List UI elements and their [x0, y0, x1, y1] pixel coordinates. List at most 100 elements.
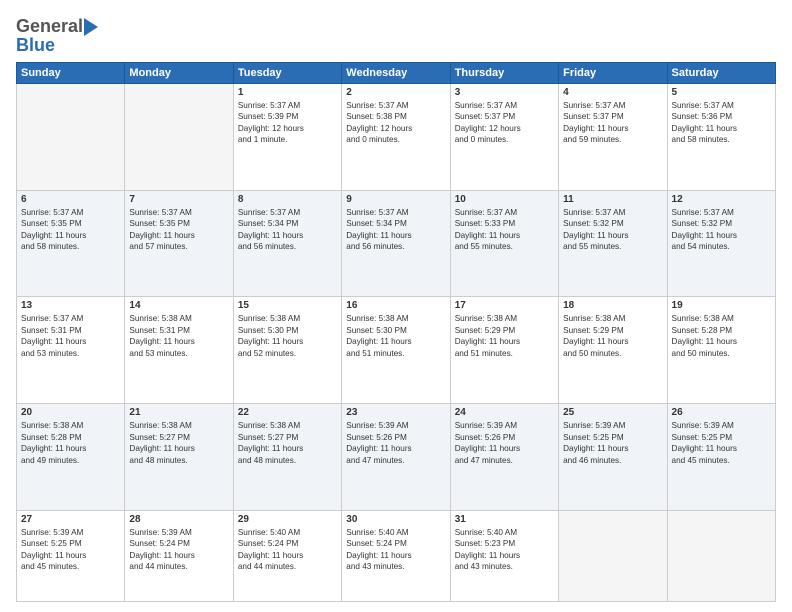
day-number: 23: [346, 407, 445, 418]
day-number: 22: [238, 407, 337, 418]
day-cell: 3 Sunrise: 5:37 AMSunset: 5:37 PMDaylight…: [450, 84, 558, 191]
day-info: Sunrise: 5:37 AMSunset: 5:37 PMDaylight:…: [563, 100, 662, 146]
day-cell: 16 Sunrise: 5:38 AMSunset: 5:30 PMDayligh…: [342, 297, 450, 404]
day-number: 10: [455, 194, 554, 205]
day-number: 24: [455, 407, 554, 418]
day-cell: 5 Sunrise: 5:37 AMSunset: 5:36 PMDaylight…: [667, 84, 775, 191]
col-header-monday: Monday: [125, 63, 233, 84]
day-info: Sunrise: 5:38 AMSunset: 5:29 PMDaylight:…: [455, 313, 554, 359]
day-cell: [125, 84, 233, 191]
col-header-friday: Friday: [559, 63, 667, 84]
day-info: Sunrise: 5:38 AMSunset: 5:30 PMDaylight:…: [238, 313, 337, 359]
day-info: Sunrise: 5:37 AMSunset: 5:38 PMDaylight:…: [346, 100, 445, 146]
day-info: Sunrise: 5:39 AMSunset: 5:24 PMDaylight:…: [129, 527, 228, 573]
day-number: 17: [455, 300, 554, 311]
day-number: 7: [129, 194, 228, 205]
day-number: 3: [455, 87, 554, 98]
col-header-wednesday: Wednesday: [342, 63, 450, 84]
day-cell: 4 Sunrise: 5:37 AMSunset: 5:37 PMDaylight…: [559, 84, 667, 191]
day-cell: 25Sunrise: 5:39 AMSunset: 5:25 PMDayligh…: [559, 404, 667, 511]
day-cell: 14Sunrise: 5:38 AMSunset: 5:31 PMDayligh…: [125, 297, 233, 404]
day-info: Sunrise: 5:39 AMSunset: 5:26 PMDaylight:…: [455, 420, 554, 466]
day-number: 18: [563, 300, 662, 311]
day-number: 29: [238, 514, 337, 525]
header-row: SundayMondayTuesdayWednesdayThursdayFrid…: [17, 63, 776, 84]
day-cell: 21Sunrise: 5:38 AMSunset: 5:27 PMDayligh…: [125, 404, 233, 511]
day-cell: 17 Sunrise: 5:38 AMSunset: 5:29 PMDayligh…: [450, 297, 558, 404]
day-cell: 19Sunrise: 5:38 AMSunset: 5:28 PMDayligh…: [667, 297, 775, 404]
day-cell: 6 Sunrise: 5:37 AMSunset: 5:35 PMDaylight…: [17, 190, 125, 297]
day-number: 6: [21, 194, 120, 205]
day-info: Sunrise: 5:37 AMSunset: 5:31 PMDaylight:…: [21, 313, 120, 359]
day-cell: 28 Sunrise: 5:39 AMSunset: 5:24 PMDayligh…: [125, 510, 233, 601]
day-number: 13: [21, 300, 120, 311]
day-cell: 13 Sunrise: 5:37 AMSunset: 5:31 PMDayligh…: [17, 297, 125, 404]
day-info: Sunrise: 5:37 AMSunset: 5:33 PMDaylight:…: [455, 207, 554, 253]
day-number: 30: [346, 514, 445, 525]
week-row-2: 6 Sunrise: 5:37 AMSunset: 5:35 PMDaylight…: [17, 190, 776, 297]
day-info: Sunrise: 5:37 AMSunset: 5:34 PMDaylight:…: [346, 207, 445, 253]
day-number: 25: [563, 407, 662, 418]
day-cell: 20 Sunrise: 5:38 AMSunset: 5:28 PMDayligh…: [17, 404, 125, 511]
day-cell: 31Sunrise: 5:40 AMSunset: 5:23 PMDayligh…: [450, 510, 558, 601]
day-number: 9: [346, 194, 445, 205]
day-cell: 8Sunrise: 5:37 AMSunset: 5:34 PMDaylight…: [233, 190, 341, 297]
col-header-saturday: Saturday: [667, 63, 775, 84]
logo-blue-text: Blue: [16, 35, 55, 56]
page: General Blue SundayMondayTuesdayWednesda…: [0, 0, 792, 612]
header: General Blue: [16, 16, 776, 56]
day-cell: [667, 510, 775, 601]
day-info: Sunrise: 5:38 AMSunset: 5:27 PMDaylight:…: [238, 420, 337, 466]
col-header-tuesday: Tuesday: [233, 63, 341, 84]
day-info: Sunrise: 5:38 AMSunset: 5:28 PMDaylight:…: [21, 420, 120, 466]
day-number: 19: [672, 300, 771, 311]
day-number: 20: [21, 407, 120, 418]
day-number: 8: [238, 194, 337, 205]
day-cell: 11 Sunrise: 5:37 AMSunset: 5:32 PMDayligh…: [559, 190, 667, 297]
day-cell: 9 Sunrise: 5:37 AMSunset: 5:34 PMDaylight…: [342, 190, 450, 297]
day-number: 16: [346, 300, 445, 311]
day-info: Sunrise: 5:37 AMSunset: 5:39 PMDaylight:…: [238, 100, 337, 146]
day-number: 12: [672, 194, 771, 205]
day-info: Sunrise: 5:40 AMSunset: 5:24 PMDaylight:…: [346, 527, 445, 573]
day-info: Sunrise: 5:40 AMSunset: 5:24 PMDaylight:…: [238, 527, 337, 573]
day-cell: 30 Sunrise: 5:40 AMSunset: 5:24 PMDayligh…: [342, 510, 450, 601]
day-cell: 23 Sunrise: 5:39 AMSunset: 5:26 PMDayligh…: [342, 404, 450, 511]
day-number: 2: [346, 87, 445, 98]
day-info: Sunrise: 5:39 AMSunset: 5:26 PMDaylight:…: [346, 420, 445, 466]
day-number: 28: [129, 514, 228, 525]
day-cell: 15 Sunrise: 5:38 AMSunset: 5:30 PMDayligh…: [233, 297, 341, 404]
week-row-5: 27 Sunrise: 5:39 AMSunset: 5:25 PMDayligh…: [17, 510, 776, 601]
day-info: Sunrise: 5:37 AMSunset: 5:35 PMDaylight:…: [129, 207, 228, 253]
day-info: Sunrise: 5:37 AMSunset: 5:37 PMDaylight:…: [455, 100, 554, 146]
week-row-3: 13 Sunrise: 5:37 AMSunset: 5:31 PMDayligh…: [17, 297, 776, 404]
day-cell: 24 Sunrise: 5:39 AMSunset: 5:26 PMDayligh…: [450, 404, 558, 511]
day-info: Sunrise: 5:38 AMSunset: 5:30 PMDaylight:…: [346, 313, 445, 359]
day-info: Sunrise: 5:37 AMSunset: 5:35 PMDaylight:…: [21, 207, 120, 253]
day-info: Sunrise: 5:39 AMSunset: 5:25 PMDaylight:…: [672, 420, 771, 466]
day-cell: 7 Sunrise: 5:37 AMSunset: 5:35 PMDaylight…: [125, 190, 233, 297]
day-info: Sunrise: 5:40 AMSunset: 5:23 PMDaylight:…: [455, 527, 554, 573]
day-cell: 22 Sunrise: 5:38 AMSunset: 5:27 PMDayligh…: [233, 404, 341, 511]
day-cell: [17, 84, 125, 191]
day-cell: 29 Sunrise: 5:40 AMSunset: 5:24 PMDayligh…: [233, 510, 341, 601]
day-number: 5: [672, 87, 771, 98]
day-cell: 2 Sunrise: 5:37 AMSunset: 5:38 PMDaylight…: [342, 84, 450, 191]
day-number: 11: [563, 194, 662, 205]
logo-triangle-icon: [84, 18, 98, 36]
day-number: 1: [238, 87, 337, 98]
day-cell: 18 Sunrise: 5:38 AMSunset: 5:29 PMDayligh…: [559, 297, 667, 404]
day-info: Sunrise: 5:38 AMSunset: 5:31 PMDaylight:…: [129, 313, 228, 359]
day-number: 27: [21, 514, 120, 525]
day-number: 21: [129, 407, 228, 418]
day-info: Sunrise: 5:37 AMSunset: 5:32 PMDaylight:…: [563, 207, 662, 253]
day-number: 4: [563, 87, 662, 98]
day-cell: 12Sunrise: 5:37 AMSunset: 5:32 PMDayligh…: [667, 190, 775, 297]
day-number: 15: [238, 300, 337, 311]
day-cell: 26Sunrise: 5:39 AMSunset: 5:25 PMDayligh…: [667, 404, 775, 511]
day-info: Sunrise: 5:37 AMSunset: 5:36 PMDaylight:…: [672, 100, 771, 146]
day-info: Sunrise: 5:38 AMSunset: 5:29 PMDaylight:…: [563, 313, 662, 359]
logo: General Blue: [16, 16, 98, 56]
day-info: Sunrise: 5:39 AMSunset: 5:25 PMDaylight:…: [21, 527, 120, 573]
day-cell: [559, 510, 667, 601]
